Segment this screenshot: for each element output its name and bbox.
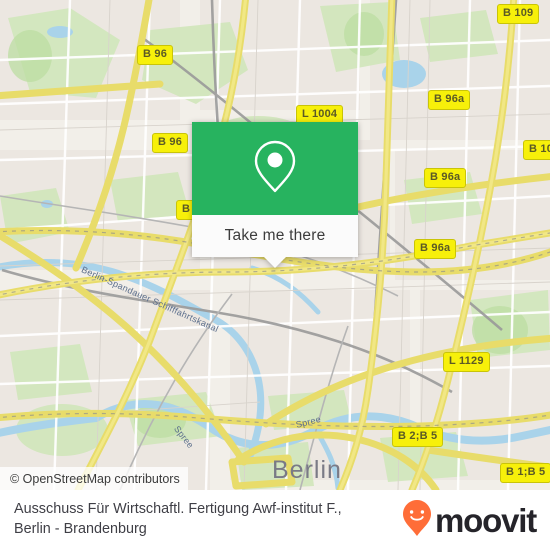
moovit-pin-icon: [402, 499, 432, 542]
road-shield: B 96a: [414, 239, 457, 259]
map-canvas[interactable]: B 109 B 96 B 96a L 1004 B 96 B 10 B 96a B B 96a L…: [0, 0, 550, 490]
map-pin-icon: [251, 138, 299, 199]
popup-pointer-tail: [264, 257, 286, 268]
map-attribution: © OpenStreetMap contributors: [0, 467, 188, 490]
popup-icon-area: [192, 122, 358, 215]
road-shield: B 96a: [428, 90, 471, 110]
location-title: Ausschuss Für Wirtschaftl. Fertigung Awf…: [14, 500, 342, 540]
road-shield: B 10: [523, 140, 550, 160]
location-title-line1: Ausschuss Für Wirtschaftl. Fertigung Awf…: [14, 501, 342, 518]
attribution-text: © OpenStreetMap contributors: [10, 471, 180, 486]
road-shield: B 2;B 5: [392, 427, 444, 447]
destination-popup-card[interactable]: Take me there: [192, 122, 358, 268]
page-footer: Ausschuss Für Wirtschaftl. Fertigung Awf…: [0, 490, 550, 550]
road-shield: B 1;B 5: [500, 463, 550, 483]
road-shield: L 1129: [443, 352, 490, 372]
location-title-line2: Berlin - Brandenburg: [14, 521, 147, 537]
road-shield: B 109: [497, 4, 540, 24]
moovit-brand[interactable]: moovit: [402, 499, 537, 542]
road-shield: B 96: [137, 45, 174, 65]
take-me-there-button[interactable]: Take me there: [192, 215, 358, 257]
place-label: Berlin: [272, 456, 342, 484]
moovit-wordmark: moovit: [435, 501, 537, 539]
map-screenshot: B 109 B 96 B 96a L 1004 B 96 B 10 B 96a B B 96a L…: [0, 0, 550, 550]
road-shield: B 96a: [424, 168, 467, 188]
take-me-there-label: Take me there: [224, 227, 326, 244]
road-shield: B 96: [152, 133, 189, 153]
